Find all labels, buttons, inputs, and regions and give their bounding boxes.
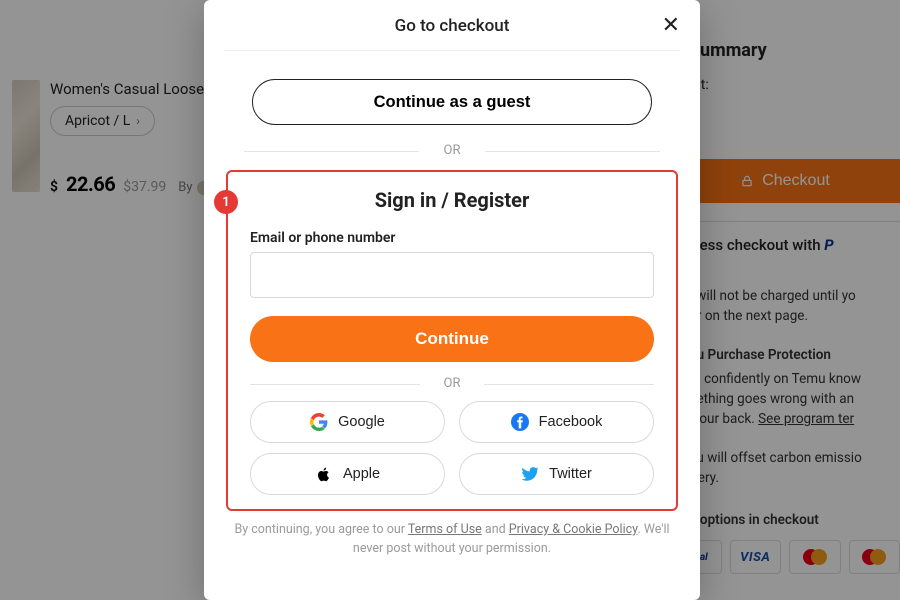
modal-title: Go to checkout bbox=[204, 0, 700, 50]
apple-signin-button[interactable]: Apple bbox=[250, 453, 445, 495]
or-separator: OR bbox=[244, 143, 660, 158]
or-separator-social: OR bbox=[250, 376, 654, 391]
signin-register-box: 1 Sign in / Register Email or phone numb… bbox=[226, 170, 678, 511]
apple-icon bbox=[315, 465, 333, 483]
facebook-signin-button[interactable]: Facebook bbox=[459, 401, 654, 443]
privacy-link[interactable]: Privacy & Cookie Policy bbox=[509, 522, 638, 537]
continue-as-guest-button[interactable]: Continue as a guest bbox=[252, 79, 652, 125]
twitter-icon bbox=[521, 465, 539, 483]
terms-link[interactable]: Terms of Use bbox=[408, 522, 482, 537]
facebook-icon bbox=[511, 413, 529, 431]
email-phone-input[interactable] bbox=[250, 252, 654, 298]
google-signin-button[interactable]: Google bbox=[250, 401, 445, 443]
legal-text: By continuing, you agree to our Terms of… bbox=[234, 521, 670, 559]
close-button[interactable]: ✕ bbox=[662, 14, 680, 36]
divider bbox=[224, 50, 680, 51]
email-phone-label: Email or phone number bbox=[250, 230, 654, 246]
step-badge: 1 bbox=[214, 190, 238, 214]
google-icon bbox=[310, 413, 328, 431]
checkout-modal: Go to checkout ✕ Continue as a guest OR … bbox=[204, 0, 700, 600]
close-icon: ✕ bbox=[662, 12, 680, 37]
continue-button[interactable]: Continue bbox=[250, 316, 654, 362]
signin-heading: Sign in / Register bbox=[250, 188, 654, 212]
twitter-signin-button[interactable]: Twitter bbox=[459, 453, 654, 495]
